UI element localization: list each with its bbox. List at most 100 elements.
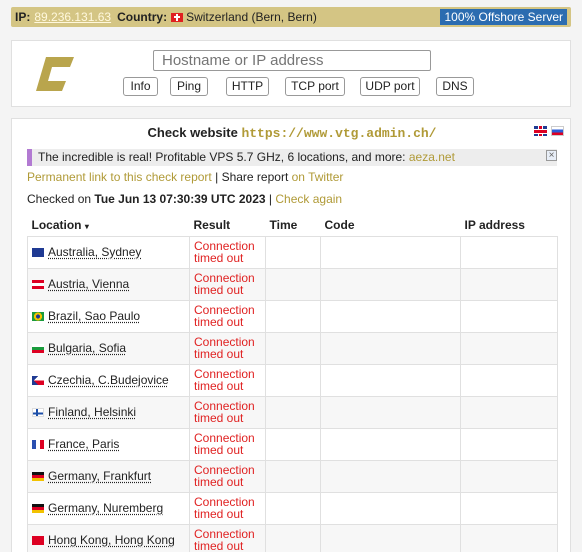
check-toolbox: Info Ping HTTP TCP port UDP port DNS <box>11 40 571 107</box>
table-row: Bulgaria, Sofia Connection timed out <box>27 331 558 365</box>
ad-close-icon[interactable]: × <box>546 150 557 161</box>
offshore-server-badge[interactable]: 100% Offshore Server <box>440 9 567 25</box>
ip-address-cell <box>460 491 558 525</box>
result-line: timed out <box>194 283 244 297</box>
result-cell: Connection timed out <box>189 267 266 301</box>
ip-label: IP: <box>15 10 31 24</box>
ip-address-cell <box>460 235 558 269</box>
ip-address-cell <box>460 427 558 461</box>
germany-flag-icon <box>32 471 44 481</box>
ip-address-cell <box>460 523 558 552</box>
checked-prefix: Checked on <box>27 192 92 206</box>
twitter-share-link[interactable]: on Twitter <box>292 170 344 184</box>
time-cell <box>265 395 321 429</box>
code-header: Code <box>324 218 355 233</box>
location-header[interactable]: Location ▾ <box>28 215 190 236</box>
result-line: timed out <box>194 507 244 521</box>
checked-timestamp: Checked on Tue Jun 13 07:30:39 UTC 2023 … <box>27 192 342 206</box>
results-panel: Check website https://www.vtg.admin.ch/ … <box>11 118 571 552</box>
location-link[interactable]: Germany, Nuremberg <box>48 501 163 515</box>
location-link[interactable]: Brazil, Sao Paulo <box>48 309 140 323</box>
time-cell <box>265 363 321 397</box>
result-cell: Connection timed out <box>189 459 266 493</box>
result-line: timed out <box>194 539 244 552</box>
hong-kong-flag-icon <box>32 535 44 545</box>
location-cell: Brazil, Sao Paulo <box>27 299 190 333</box>
finland-flag-icon <box>32 407 44 417</box>
ad-link[interactable]: aeza.net <box>409 150 455 164</box>
time-header: Time <box>269 218 298 233</box>
time-cell <box>265 427 321 461</box>
permalink-link[interactable]: Permanent link to this check report <box>27 170 212 184</box>
result-cell: Connection timed out <box>189 235 266 269</box>
page-title: Check website https://www.vtg.admin.ch/ <box>12 125 570 141</box>
location-link[interactable]: Finland, Helsinki <box>48 405 136 419</box>
location-cell: Germany, Nuremberg <box>27 491 190 525</box>
heading-prefix: Check website <box>147 125 238 140</box>
result-line: timed out <box>194 411 244 425</box>
table-row: France, Paris Connection timed out <box>27 427 558 461</box>
dns-button[interactable]: DNS <box>436 77 474 96</box>
location-cell: Hong Kong, Hong Kong <box>27 523 190 552</box>
location-link[interactable]: Germany, Frankfurt <box>48 469 151 483</box>
ip-address-cell <box>460 331 558 365</box>
location-cell: Czechia, C.Budejovice <box>27 363 190 397</box>
english-flag-icon[interactable] <box>534 126 547 136</box>
result-line: timed out <box>194 379 244 393</box>
ip-link[interactable]: 89.236.131.63 <box>34 10 111 24</box>
result-cell: Connection timed out <box>189 427 266 461</box>
location-link[interactable]: Bulgaria, Sofia <box>48 341 126 355</box>
location-cell: Australia, Sydney <box>27 235 190 269</box>
russian-flag-icon[interactable] <box>551 126 564 136</box>
austria-flag-icon <box>32 279 44 289</box>
code-cell <box>320 235 461 269</box>
location-link[interactable]: Austria, Vienna <box>48 277 129 291</box>
location-cell: Bulgaria, Sofia <box>27 331 190 365</box>
country-label: Country: <box>117 10 168 24</box>
info-button[interactable]: Info <box>123 77 158 96</box>
result-cell: Connection timed out <box>189 491 266 525</box>
hostname-input[interactable] <box>153 50 431 71</box>
tcp-port-button[interactable]: TCP port <box>285 77 345 96</box>
site-logo-icon[interactable] <box>34 53 76 95</box>
result-cell: Connection timed out <box>189 395 266 429</box>
table-row: Germany, Nuremberg Connection timed out <box>27 491 558 525</box>
check-again-link[interactable]: Check again <box>275 192 342 206</box>
result-header: Result <box>193 218 231 233</box>
code-cell <box>320 299 461 333</box>
time-cell <box>265 267 321 301</box>
code-cell <box>320 331 461 365</box>
france-flag-icon <box>32 439 44 449</box>
code-cell <box>320 427 461 461</box>
top-info-bar: IP: 89.236.131.63 Country: Switzerland (… <box>11 7 571 27</box>
germany-flag-icon <box>32 503 44 513</box>
ip-address-header: IP address <box>464 218 525 233</box>
location-link[interactable]: France, Paris <box>48 437 119 451</box>
result-line: timed out <box>194 347 244 361</box>
ping-button[interactable]: Ping <box>170 77 208 96</box>
result-cell: Connection timed out <box>189 299 266 333</box>
table-row: Australia, Sydney Connection timed out <box>27 235 558 269</box>
code-cell <box>320 267 461 301</box>
results-table: Location ▾ Result Time Code IP address A… <box>27 215 558 552</box>
location-link[interactable]: Hong Kong, Hong Kong <box>48 533 175 547</box>
result-cell: Connection timed out <box>189 331 266 365</box>
switzerland-flag-icon <box>171 12 184 22</box>
result-line: timed out <box>194 443 244 457</box>
ip-address-cell <box>460 363 558 397</box>
sort-arrow-icon: ▾ <box>84 222 89 232</box>
checked-url-link[interactable]: https://www.vtg.admin.ch/ <box>241 126 436 141</box>
location-link[interactable]: Czechia, C.Budejovice <box>48 373 169 387</box>
http-button[interactable]: HTTP <box>226 77 269 96</box>
code-cell <box>320 363 461 397</box>
table-row: Czechia, C.Budejovice Connection timed out <box>27 363 558 397</box>
ip-address-cell <box>460 395 558 429</box>
code-cell <box>320 459 461 493</box>
location-link[interactable]: Australia, Sydney <box>48 245 141 259</box>
share-prefix: Share report <box>221 170 289 184</box>
result-cell: Connection timed out <box>189 523 266 552</box>
czechia-flag-icon <box>32 375 44 385</box>
location-header-label: Location <box>31 218 82 233</box>
time-cell <box>265 235 321 269</box>
udp-port-button[interactable]: UDP port <box>360 77 420 96</box>
